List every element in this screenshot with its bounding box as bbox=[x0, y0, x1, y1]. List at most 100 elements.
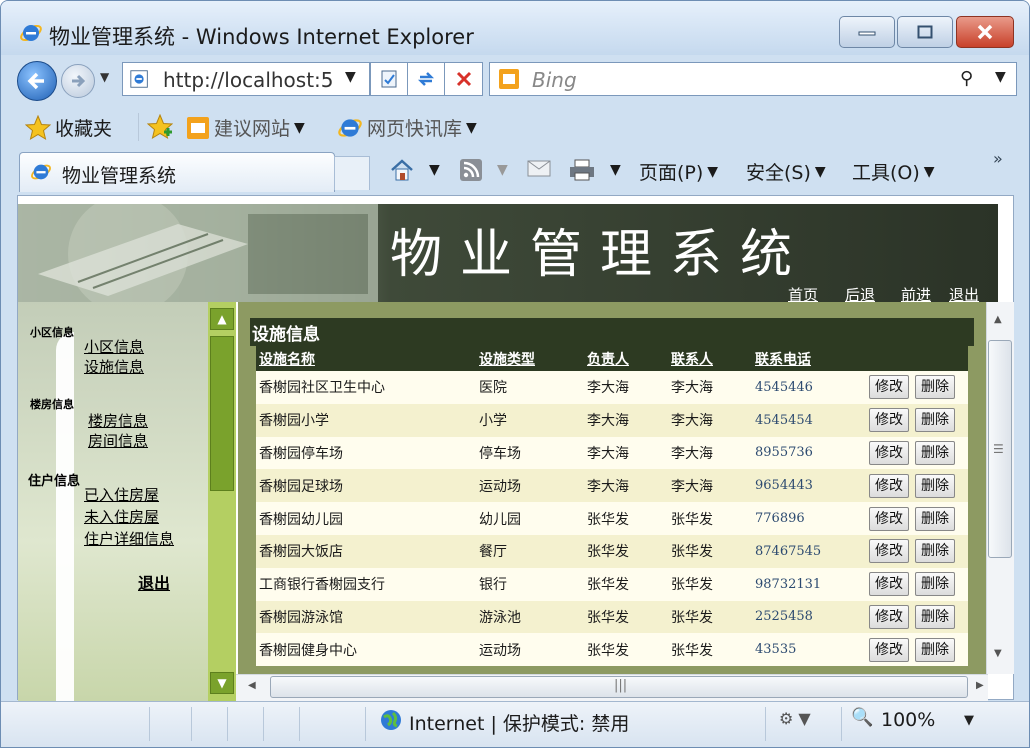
address-input[interactable]: http://localhost:5 bbox=[163, 68, 339, 92]
facility-type-cell: 游泳池 bbox=[476, 600, 584, 634]
print-button[interactable]: ▼ bbox=[568, 158, 621, 182]
home-button[interactable]: ▼ bbox=[389, 158, 440, 182]
scroll-right-icon[interactable]: ▶ bbox=[976, 680, 984, 691]
column-header[interactable]: 设施类型 bbox=[476, 346, 584, 371]
search-box[interactable]: Bing ⚲ ▼ bbox=[489, 62, 1017, 96]
column-header[interactable]: 设施名称 bbox=[256, 346, 476, 371]
protected-mode-icon[interactable]: ⚙ ▼ bbox=[779, 709, 811, 728]
edit-button[interactable]: 修改 bbox=[869, 506, 909, 531]
toolbar-overflow-icon[interactable]: » bbox=[993, 149, 1003, 168]
menu-facility-info[interactable]: 设施信息 bbox=[84, 356, 144, 377]
read-mail-button[interactable] bbox=[527, 158, 551, 178]
phone-cell: 776896 bbox=[752, 502, 860, 535]
window-title: 物业管理系统 - Windows Internet Explorer bbox=[49, 25, 474, 49]
row-actions: 修改 删除 bbox=[860, 534, 968, 568]
search-input[interactable]: Bing bbox=[532, 68, 577, 92]
new-tab-button[interactable] bbox=[334, 156, 370, 190]
tools-menu[interactable]: 工具(O) ▼ bbox=[852, 158, 935, 185]
column-header[interactable]: 联系电话 bbox=[752, 346, 860, 371]
facility-name-cell: 香榭园大饭店 bbox=[256, 534, 476, 568]
edit-button[interactable]: 修改 bbox=[869, 473, 909, 498]
delete-button[interactable]: 删除 bbox=[915, 506, 955, 531]
manager-cell: 张华发 bbox=[584, 502, 668, 535]
search-icon[interactable]: ⚲ bbox=[960, 68, 973, 89]
stop-button[interactable] bbox=[444, 62, 483, 96]
delete-button[interactable]: 删除 bbox=[915, 440, 955, 465]
facility-type-cell: 运动场 bbox=[476, 633, 584, 667]
menu-occupied-houses[interactable]: 已入住房屋 bbox=[84, 484, 159, 505]
scroll-up-icon[interactable]: ▲ bbox=[994, 314, 1002, 325]
zoom-level[interactable]: 100% bbox=[881, 709, 935, 731]
column-header[interactable]: 联系人 bbox=[668, 346, 752, 371]
frame-scroll-up-button[interactable]: ▲ bbox=[210, 308, 234, 330]
contact-cell: 李大海 bbox=[668, 436, 752, 470]
menu-unoccupied-houses[interactable]: 未入住房屋 bbox=[84, 506, 159, 527]
menu-exit[interactable]: 退出 bbox=[138, 570, 170, 594]
phone-cell: 98732131 bbox=[752, 567, 860, 601]
facility-type-cell: 小学 bbox=[476, 403, 584, 437]
feeds-button[interactable]: ▼ bbox=[459, 158, 508, 182]
frame-scroll-down-button[interactable]: ▼ bbox=[210, 672, 234, 694]
favorites-button[interactable]: 收藏夹 bbox=[25, 114, 112, 141]
delete-button[interactable]: 删除 bbox=[915, 473, 955, 498]
zoom-dropdown[interactable]: ▼ bbox=[964, 713, 974, 728]
edit-button[interactable]: 修改 bbox=[869, 572, 909, 597]
search-dropdown[interactable]: ▼ bbox=[995, 69, 1006, 85]
menu-building-info[interactable]: 楼房信息 bbox=[88, 410, 148, 431]
delete-button[interactable]: 删除 bbox=[915, 572, 955, 597]
delete-button[interactable]: 删除 bbox=[915, 604, 955, 629]
delete-button[interactable]: 删除 bbox=[915, 375, 955, 400]
edit-button[interactable]: 修改 bbox=[869, 408, 909, 433]
left-menu: 小区信息 小区信息 设施信息 楼房信息 楼房信息 房间信息 住户信息 已入住房屋… bbox=[18, 302, 208, 702]
edit-button[interactable]: 修改 bbox=[869, 604, 909, 629]
delete-button[interactable]: 删除 bbox=[915, 408, 955, 433]
facility-name-cell: 香榭园幼儿园 bbox=[256, 502, 476, 535]
facility-type-cell: 餐厅 bbox=[476, 534, 584, 568]
table-row: 香榭园大饭店 餐厅 张华发 张华发 87467545 修改 删除 bbox=[256, 534, 968, 568]
add-to-favorites-bar-button[interactable] bbox=[147, 114, 173, 140]
address-bar[interactable]: http://localhost:5 ▼ bbox=[122, 62, 370, 96]
menu-community-info[interactable]: 小区信息 bbox=[84, 336, 144, 357]
zoom-icon[interactable]: 🔍 bbox=[851, 707, 873, 728]
scroll-left-icon[interactable]: ◀ bbox=[248, 680, 256, 691]
row-actions: 修改 删除 bbox=[860, 567, 968, 601]
back-button[interactable] bbox=[17, 61, 57, 101]
close-button[interactable] bbox=[956, 16, 1014, 48]
delete-button[interactable]: 删除 bbox=[915, 539, 955, 564]
safety-menu[interactable]: 安全(S) ▼ bbox=[746, 158, 826, 185]
edit-button[interactable]: 修改 bbox=[869, 440, 909, 465]
scroll-down-icon[interactable]: ▼ bbox=[994, 648, 1002, 659]
menu-room-info[interactable]: 房间信息 bbox=[88, 430, 148, 451]
minimize-button[interactable] bbox=[839, 16, 895, 48]
chevron-down-icon: ▼ bbox=[429, 162, 440, 178]
security-zone-status[interactable]: Internet | 保护模式: 禁用 bbox=[409, 709, 629, 736]
menu-resident-detail[interactable]: 住户详细信息 bbox=[84, 528, 174, 549]
web-slice-gallery-button[interactable]: 网页快讯库 ▼ bbox=[337, 114, 477, 141]
facility-type-cell: 医院 bbox=[476, 371, 584, 404]
edit-button[interactable]: 修改 bbox=[869, 637, 909, 662]
rss-feed-icon bbox=[460, 159, 482, 181]
edit-button[interactable]: 修改 bbox=[869, 375, 909, 400]
edit-button[interactable]: 修改 bbox=[869, 539, 909, 564]
page-menu[interactable]: 页面(P) ▼ bbox=[639, 158, 718, 185]
maximize-button[interactable] bbox=[897, 16, 953, 48]
row-actions: 修改 删除 bbox=[860, 371, 968, 404]
column-header[interactable]: 负责人 bbox=[584, 346, 668, 371]
forward-button[interactable] bbox=[61, 64, 95, 98]
back-arrow-icon bbox=[27, 72, 44, 90]
table-row: 香榭园小学 小学 李大海 李大海 4545454 修改 删除 bbox=[256, 403, 968, 437]
status-divider bbox=[841, 707, 842, 741]
sidebar-decoration bbox=[56, 332, 74, 702]
table-row: 工商银行香榭园支行 银行 张华发 张华发 98732131 修改 删除 bbox=[256, 567, 968, 601]
frame-scroll-thumb[interactable] bbox=[210, 336, 234, 491]
status-divider bbox=[227, 707, 228, 741]
compatibility-view-button[interactable] bbox=[370, 62, 408, 96]
suggested-sites-button[interactable]: 建议网站 ▼ bbox=[186, 114, 305, 141]
recent-pages-dropdown[interactable]: ▼ bbox=[100, 70, 109, 84]
delete-button[interactable]: 删除 bbox=[915, 637, 955, 662]
favorites-label: 收藏夹 bbox=[55, 118, 113, 140]
tab-active[interactable]: 物业管理系统 bbox=[19, 152, 335, 192]
refresh-button[interactable] bbox=[407, 62, 445, 96]
address-dropdown[interactable]: ▼ bbox=[345, 69, 356, 85]
web-page-viewport: 物业管理系统 首页 后退 前进 退出 小区信息 小区信息 设施信息 楼房信息 楼… bbox=[17, 195, 1014, 702]
